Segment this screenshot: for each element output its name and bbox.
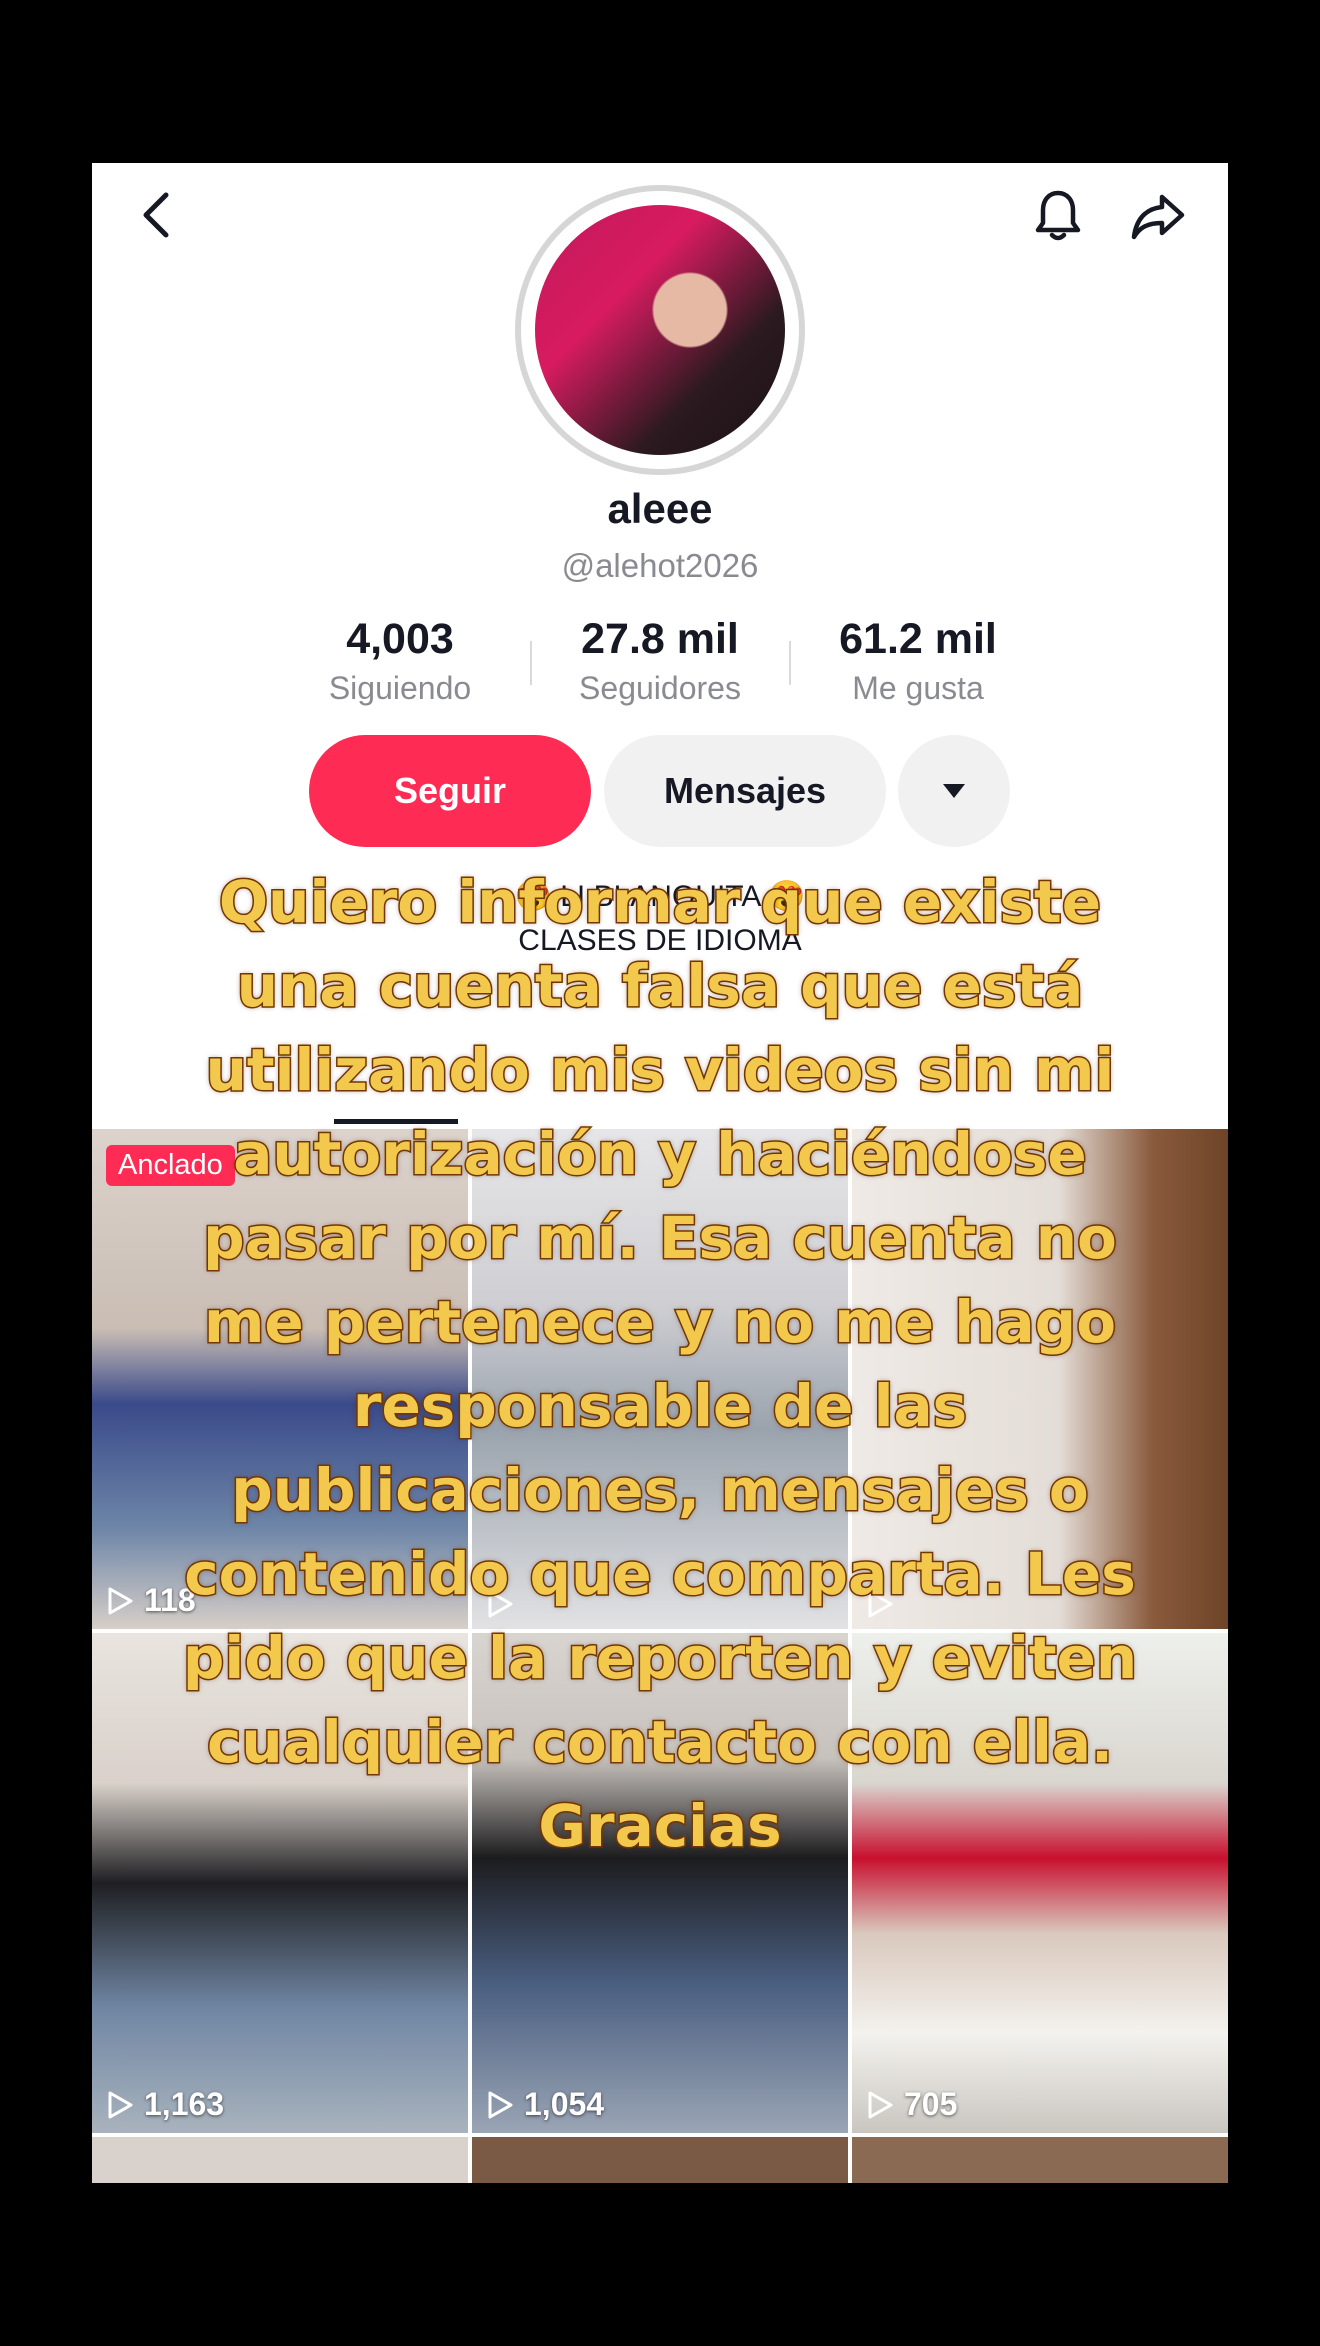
play-icon — [108, 1587, 133, 1614]
messages-button[interactable]: Mensajes — [604, 735, 886, 847]
video-thumbnail[interactable] — [852, 2137, 1228, 2183]
stat-label: Seguidores — [579, 670, 741, 706]
avatar — [535, 205, 785, 455]
bell-icon[interactable] — [1028, 185, 1088, 245]
view-count: 1,163 — [106, 2086, 224, 2123]
profile-name: aleee — [607, 485, 713, 532]
play-icon — [868, 2091, 893, 2118]
stat-likes[interactable]: 61.2 mil Me gusta — [788, 615, 1048, 707]
stat-label: Me gusta — [852, 670, 984, 706]
view-count: 1,054 — [486, 2086, 604, 2123]
video-thumbnail[interactable] — [92, 2137, 468, 2183]
video-thumbnail[interactable] — [472, 2137, 848, 2183]
profile-handle: @alehot2026 — [561, 547, 759, 584]
avatar-ring[interactable] — [515, 185, 805, 475]
play-icon — [108, 2091, 133, 2118]
stat-label: Siguiendo — [328, 670, 472, 706]
stat-following[interactable]: 4,003 Siguiendo — [270, 615, 530, 707]
overlay-caption: Quiero informar que existe una cuenta fa… — [181, 867, 1138, 1862]
dropdown-caret-icon — [943, 784, 965, 798]
play-icon — [488, 2091, 513, 2118]
view-count: 705 — [866, 2086, 957, 2123]
follow-button[interactable]: Seguir — [309, 735, 591, 847]
view-count-text: 705 — [904, 2086, 958, 2122]
stat-value: 61.2 mil — [839, 615, 997, 663]
stat-value: 27.8 mil — [581, 615, 739, 663]
stat-value: 4,003 — [346, 615, 454, 663]
share-icon[interactable] — [1128, 185, 1188, 245]
stat-followers[interactable]: 27.8 mil Seguidores — [530, 615, 790, 707]
view-count-text: 1,163 — [144, 2086, 225, 2122]
view-count-text: 1,054 — [524, 2086, 605, 2122]
back-arrow-icon[interactable] — [128, 185, 188, 245]
more-dropdown-button[interactable] — [898, 735, 1010, 847]
